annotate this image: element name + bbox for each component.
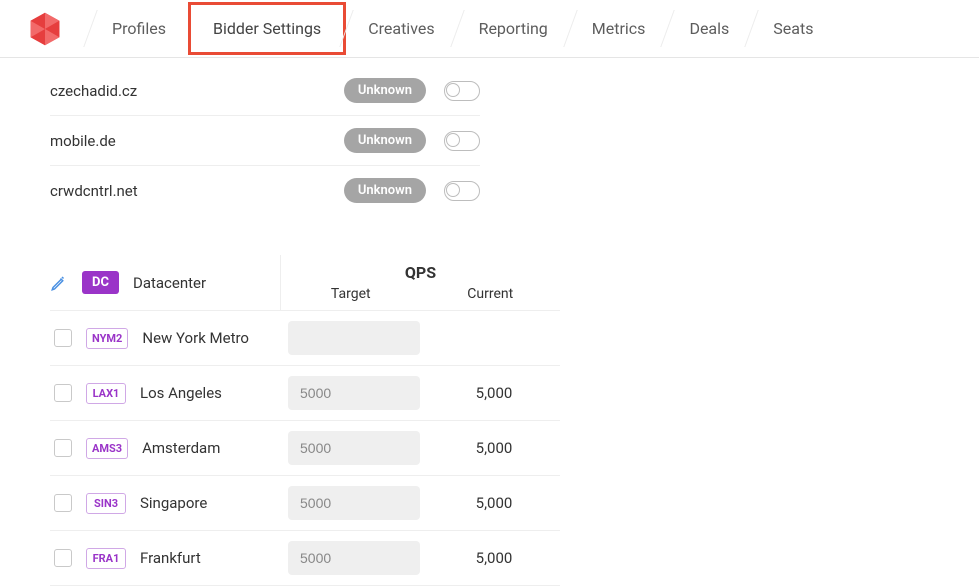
domain-row: crwdcntrl.net Unknown (50, 166, 480, 215)
tab-label: Bidder Settings (213, 19, 321, 38)
logo[interactable] (0, 0, 90, 57)
dc-code: SIN3 (86, 493, 126, 514)
toggle-knob (446, 83, 460, 97)
tab-label: Seats (773, 19, 813, 38)
domain-name: czechadid.cz (50, 82, 137, 100)
qps-target-input[interactable] (288, 486, 420, 520)
dc-checkbox[interactable] (54, 384, 72, 402)
qps-title: QPS (281, 255, 560, 286)
dc-name: New York Metro (142, 329, 249, 347)
domain-row: mobile.de Unknown (50, 116, 480, 166)
edit-icon[interactable] (50, 274, 68, 292)
datacenter-section: DC Datacenter QPS Target Current NYM2 Ne… (50, 255, 560, 586)
top-nav: Profiles Bidder Settings Creatives Repor… (0, 0, 979, 58)
domain-toggle[interactable] (444, 131, 480, 151)
qps-target-input-wrap (288, 321, 420, 355)
tab-label: Metrics (592, 19, 646, 38)
dc-row: AMS3 Amsterdam 5,000 (50, 421, 560, 476)
dc-checkbox[interactable] (54, 329, 72, 347)
dc-row: LAX1 Los Angeles 5,000 (50, 366, 560, 421)
nav-tabs: Profiles Bidder Settings Creatives Repor… (90, 0, 979, 57)
tab-deals[interactable]: Deals (667, 0, 751, 57)
status-badge: Unknown (344, 78, 426, 103)
dc-row-left: LAX1 Los Angeles (50, 383, 280, 404)
tab-label: Profiles (112, 19, 166, 38)
domain-list: czechadid.cz Unknown mobile.de Unknown c… (50, 66, 480, 215)
dc-code: LAX1 (86, 383, 126, 404)
dc-row: SIN3 Singapore 5,000 (50, 476, 560, 531)
dc-row-right: 5,000 (280, 541, 560, 575)
dc-row: FRA1 Frankfurt 5,000 (50, 531, 560, 586)
tab-profiles[interactable]: Profiles (90, 0, 188, 57)
dc-row-right: 5,000 (280, 486, 560, 520)
dc-row-right: 5,000 (280, 376, 560, 410)
qps-target-header: Target (281, 286, 421, 310)
domain-name: mobile.de (50, 132, 116, 150)
qps-subheader: Target Current (281, 286, 560, 310)
dc-row-right (280, 321, 560, 355)
dc-row-left: AMS3 Amsterdam (50, 438, 280, 459)
tab-label: Reporting (479, 19, 548, 38)
dc-name: Los Angeles (140, 384, 222, 402)
dc-header-right: QPS Target Current (280, 255, 560, 310)
qps-target-input[interactable] (288, 321, 420, 355)
domain-row-right: Unknown (344, 178, 480, 203)
domain-name: crwdcntrl.net (50, 182, 138, 200)
toggle-knob (446, 183, 460, 197)
domain-row: czechadid.cz Unknown (50, 66, 480, 116)
dc-checkbox[interactable] (54, 494, 72, 512)
dc-checkbox[interactable] (54, 549, 72, 567)
dc-row: NYM2 New York Metro (50, 311, 560, 366)
qps-target-input[interactable] (288, 431, 420, 465)
tab-label: Creatives (368, 19, 434, 38)
domain-row-right: Unknown (344, 78, 480, 103)
status-badge: Unknown (344, 178, 426, 203)
dc-chip: DC (82, 271, 119, 294)
qps-current-header: Current (421, 286, 561, 310)
dc-code: FRA1 (86, 548, 126, 569)
qps-target-input-wrap (288, 431, 420, 465)
status-badge: Unknown (344, 128, 426, 153)
qps-target-input[interactable] (288, 376, 420, 410)
domain-toggle[interactable] (444, 81, 480, 101)
dc-code: NYM2 (86, 328, 128, 349)
dc-row-left: FRA1 Frankfurt (50, 548, 280, 569)
dc-name: Singapore (140, 494, 207, 512)
dc-code: AMS3 (86, 438, 128, 459)
dc-name: Frankfurt (140, 549, 201, 567)
dc-row-left: NYM2 New York Metro (50, 328, 280, 349)
qps-target-input-wrap (288, 486, 420, 520)
qps-current-value: 5,000 (428, 439, 560, 457)
dc-name: Amsterdam (142, 439, 220, 457)
qps-current-value: 5,000 (428, 494, 560, 512)
qps-current-value: 5,000 (428, 384, 560, 402)
dc-row-right: 5,000 (280, 431, 560, 465)
qps-target-input-wrap (288, 541, 420, 575)
tab-bidder-settings[interactable]: Bidder Settings (188, 2, 346, 55)
dc-header: DC Datacenter QPS Target Current (50, 255, 560, 311)
qps-target-input-wrap (288, 376, 420, 410)
dc-header-left: DC Datacenter (50, 261, 280, 304)
toggle-knob (446, 133, 460, 147)
dc-checkbox[interactable] (54, 439, 72, 457)
domain-row-right: Unknown (344, 128, 480, 153)
qps-current-value: 5,000 (428, 549, 560, 567)
qps-target-input[interactable] (288, 541, 420, 575)
domain-toggle[interactable] (444, 181, 480, 201)
tab-reporting[interactable]: Reporting (457, 0, 570, 57)
dc-row-left: SIN3 Singapore (50, 493, 280, 514)
tab-metrics[interactable]: Metrics (570, 0, 668, 57)
dc-column-label: Datacenter (133, 274, 206, 292)
tab-label: Deals (689, 19, 729, 38)
logo-icon (27, 11, 63, 47)
tab-creatives[interactable]: Creatives (346, 0, 456, 57)
tab-seats[interactable]: Seats (751, 0, 835, 57)
